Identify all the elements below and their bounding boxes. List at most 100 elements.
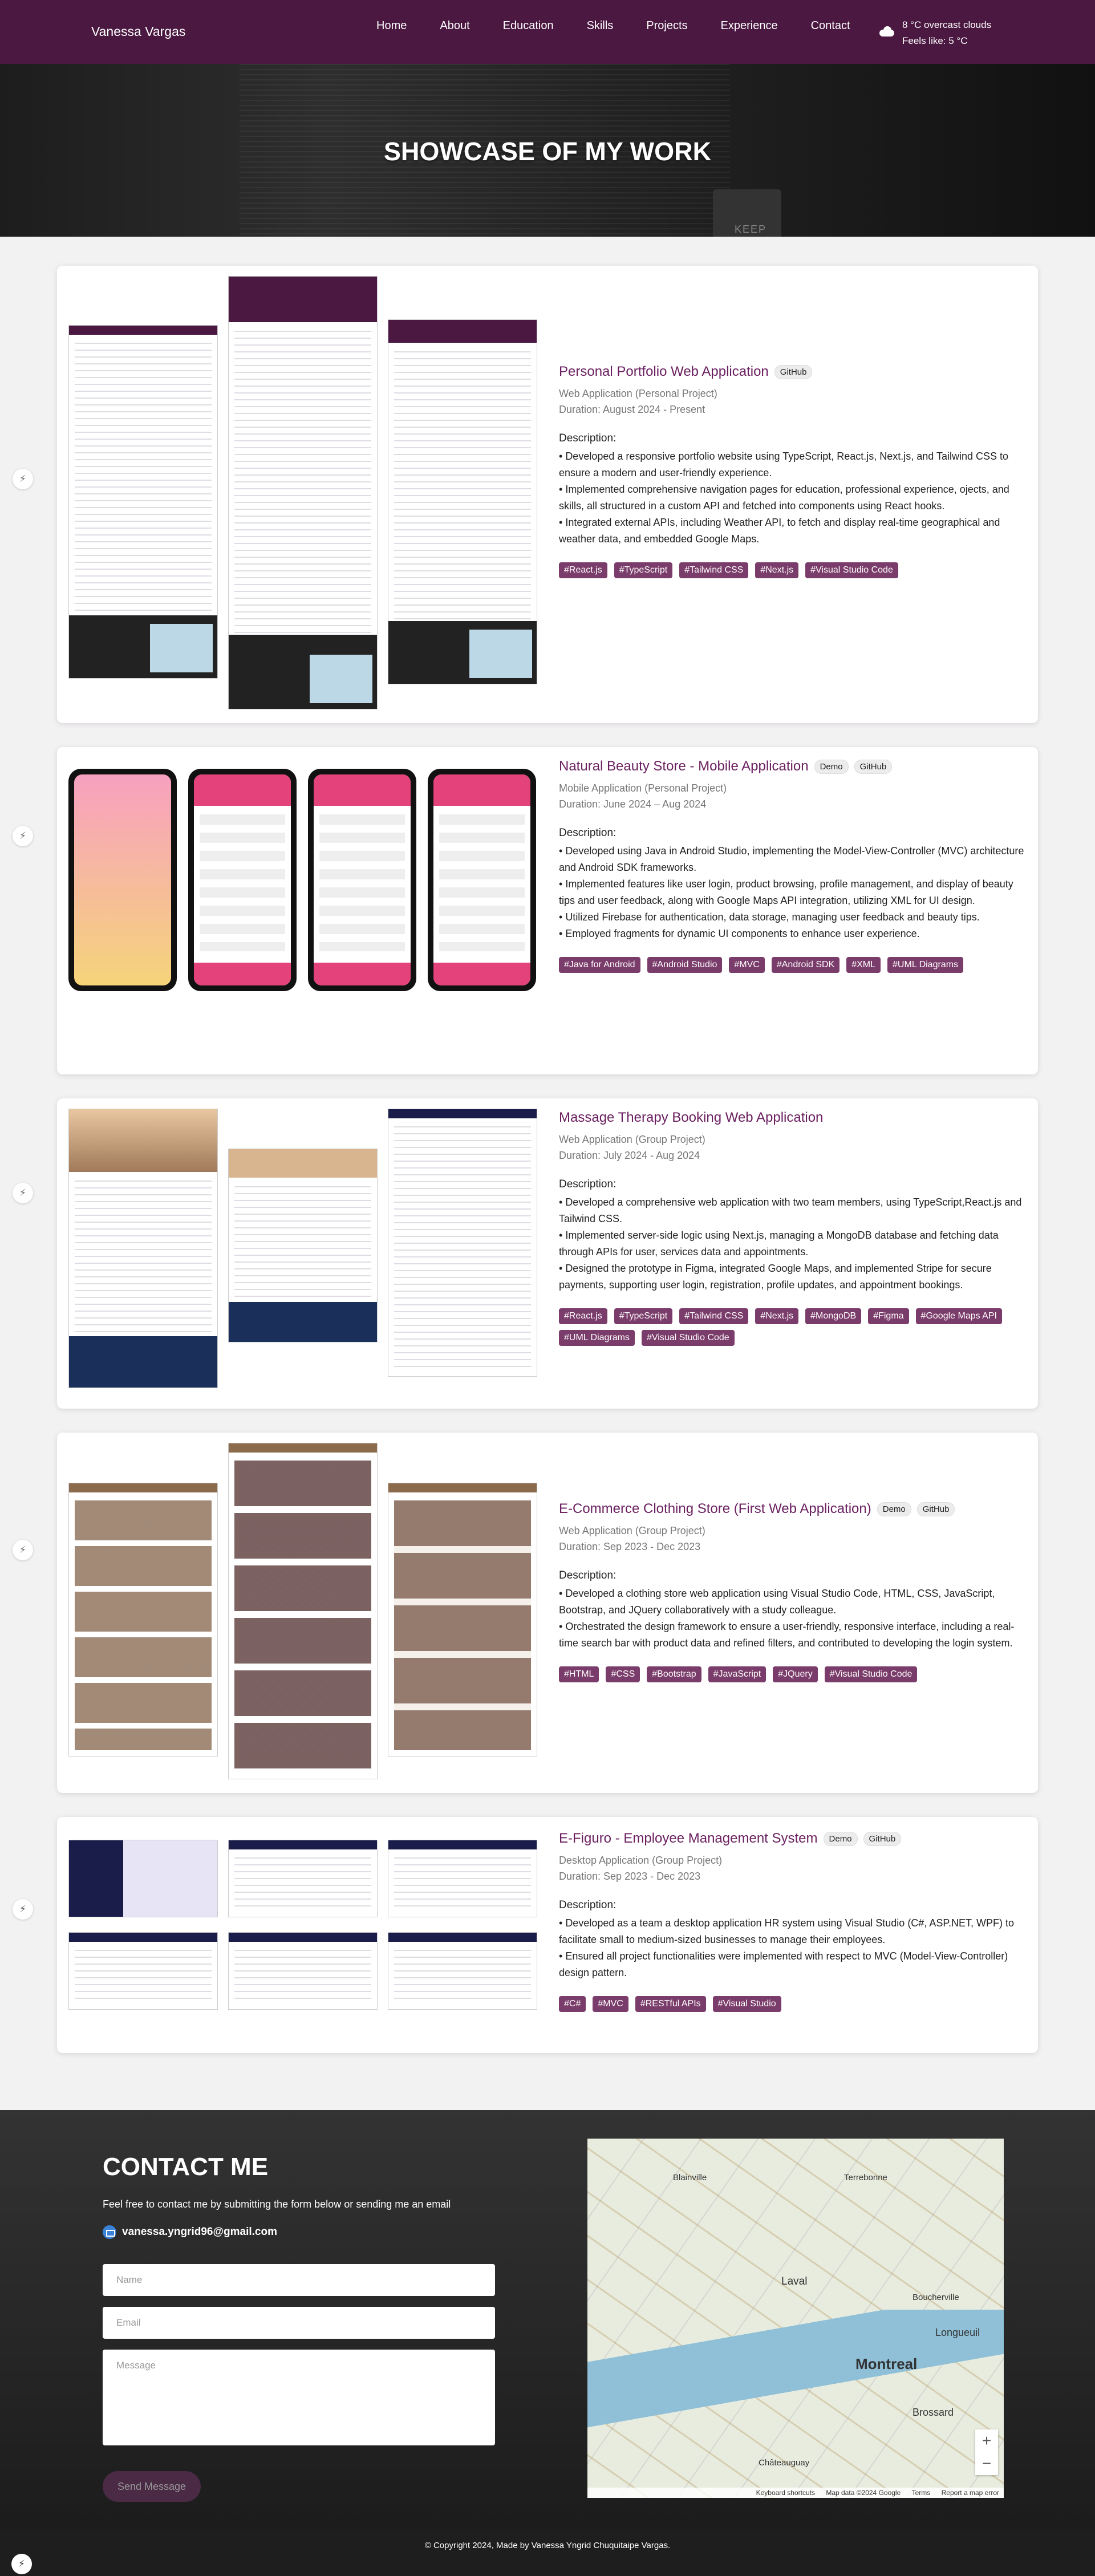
tag-badge: #RESTful APIs [635, 1996, 706, 2012]
github-button[interactable]: GitHub [854, 759, 893, 774]
screenshot-image [388, 1840, 537, 1917]
project-duration: Duration: June 2024 – Aug 2024 [559, 798, 707, 810]
email-field[interactable] [103, 2307, 495, 2339]
screenshot-image [228, 1840, 378, 1917]
project-screenshots [68, 1827, 548, 2063]
project-screenshots [68, 276, 548, 733]
description-item: Integrated external APIs, including Weat… [559, 514, 1027, 547]
map-zoom-controls: + − [975, 2429, 998, 2475]
map-footer: Keyboard shortcuts Map data ©2024 Google… [587, 2488, 1004, 2498]
zoom-in-button[interactable]: + [975, 2429, 998, 2452]
description-item: Implemented features like user login, pr… [559, 876, 1027, 909]
project-screenshots [68, 1443, 548, 1803]
screenshot-image [228, 1932, 378, 2010]
tag-list: #React.js #TypeScript #Tailwind CSS #Nex… [559, 562, 1027, 578]
nav-link-about[interactable]: About [440, 19, 469, 33]
map-label: Châteauguay [759, 2458, 810, 2468]
tag-badge: #UML Diagrams [887, 957, 964, 973]
contact-email: vanessa.yngrid96@gmail.com [103, 2225, 277, 2239]
description-item: Ensured all project functionalities were… [559, 1948, 1027, 1981]
project-title: Massage Therapy Booking Web Application [559, 1110, 824, 1125]
tag-list: #C# #MVC #RESTful APIs #Visual Studio [559, 1996, 1027, 2012]
project-type: Web Application (Personal Project) [559, 388, 717, 399]
nav-link-home[interactable]: Home [376, 19, 407, 33]
tag-badge: #CSS [606, 1666, 640, 1682]
project-title: Natural Beauty Store - Mobile Applicatio… [559, 758, 809, 774]
send-message-button[interactable]: Send Message [103, 2471, 201, 2502]
mug-text: KEEP [735, 224, 767, 235]
project-screenshots [68, 757, 548, 1085]
screenshot-image [68, 325, 218, 679]
tag-badge: #UML Diagrams [559, 1330, 635, 1346]
tag-badge: #Figma [868, 1308, 909, 1324]
tag-badge: #MVC [593, 1996, 628, 2012]
zoom-out-button[interactable]: − [975, 2452, 998, 2475]
description-list: Developed a clothing store web applicati… [559, 1585, 1027, 1652]
github-button[interactable]: GitHub [863, 1831, 902, 1846]
nav-links: Home About Education Skills Projects Exp… [376, 19, 883, 33]
side-lightning-icon[interactable]: ⚡ [13, 1540, 33, 1560]
project-duration: Duration: Sep 2023 - Dec 2023 [559, 1541, 701, 1552]
map-keyboard-shortcuts[interactable]: Keyboard shortcuts [756, 2489, 815, 2497]
project-card: E-Figuro - Employee Management System De… [57, 1817, 1038, 2053]
map-report-link[interactable]: Report a map error [942, 2489, 999, 2497]
contact-title: CONTACT ME [103, 2153, 269, 2181]
description-item: Developed a comprehensive web applicatio… [559, 1194, 1027, 1227]
github-button[interactable]: GitHub [916, 1502, 955, 1516]
description-item: Utilized Firebase for authentication, da… [559, 909, 1027, 926]
side-lightning-icon[interactable]: ⚡ [13, 1899, 33, 1920]
google-map[interactable]: Blainville Terrebonne Laval Boucherville… [587, 2139, 1004, 2498]
screenshot-image [388, 1483, 537, 1756]
project-type: Desktop Application (Group Project) [559, 1855, 723, 1866]
weather-widget: 8 °C overcast clouds Feels like: 5 °C [878, 17, 991, 49]
tag-badge: #MongoDB [805, 1308, 862, 1324]
demo-button[interactable]: Demo [877, 1502, 911, 1516]
project-card: E-Commerce Clothing Store (First Web App… [57, 1433, 1038, 1793]
tag-badge: #Tailwind CSS [679, 1308, 749, 1324]
description-label: Description: [559, 827, 617, 839]
tag-list: #Java for Android #Android Studio #MVC #… [559, 957, 1027, 973]
map-label: Blainville [673, 2173, 707, 2182]
demo-button[interactable]: Demo [814, 759, 849, 774]
side-lightning-icon[interactable]: ⚡ [13, 469, 33, 489]
project-duration: Duration: Sep 2023 - Dec 2023 [559, 1871, 701, 1882]
weather-temp: 8 °C overcast clouds [902, 19, 992, 30]
github-button[interactable]: GitHub [774, 364, 813, 379]
message-field[interactable] [103, 2350, 495, 2445]
screenshot-image [68, 1483, 218, 1756]
tag-badge: #C# [559, 1996, 586, 2012]
nav-link-skills[interactable]: Skills [587, 19, 614, 33]
page-title: SHOWCASE OF MY WORK [383, 137, 712, 166]
project-info: E-Figuro - Employee Management System De… [559, 1831, 1027, 2012]
contact-email-address[interactable]: vanessa.yngrid96@gmail.com [122, 2226, 277, 2238]
side-lightning-icon[interactable]: ⚡ [13, 1183, 33, 1203]
description-list: Developed using Java in Android Studio, … [559, 843, 1027, 942]
nav-link-projects[interactable]: Projects [646, 19, 687, 33]
contact-lead-text: Feel free to contact me by submitting th… [103, 2198, 451, 2210]
name-field[interactable] [103, 2264, 495, 2296]
map-data-credit: Map data ©2024 Google [826, 2489, 901, 2497]
screenshot-image [388, 1932, 537, 2010]
tag-badge: #Java for Android [559, 957, 640, 973]
phone-screenshot [68, 769, 177, 991]
project-title: E-Commerce Clothing Store (First Web App… [559, 1501, 871, 1516]
map-terms-link[interactable]: Terms [912, 2489, 931, 2497]
nav-link-contact[interactable]: Contact [811, 19, 850, 33]
demo-button[interactable]: Demo [823, 1831, 858, 1846]
lightning-icon[interactable]: ⚡ [11, 2554, 32, 2574]
nav-link-education[interactable]: Education [503, 19, 554, 33]
nav-link-experience[interactable]: Experience [721, 19, 778, 33]
project-card: Personal Portfolio Web Application GitHu… [57, 266, 1038, 723]
tag-badge: #TypeScript [614, 1308, 673, 1324]
side-lightning-icon[interactable]: ⚡ [13, 826, 33, 846]
phone-screenshot [428, 769, 536, 991]
phone-screenshot [308, 769, 416, 991]
screenshot-image [68, 1932, 218, 2010]
tag-badge: #JQuery [773, 1666, 818, 1682]
email-icon [103, 2225, 116, 2239]
description-list: Developed as a team a desktop applicatio… [559, 1915, 1027, 1981]
map-label: Boucherville [912, 2293, 959, 2302]
description-item: Developed a clothing store web applicati… [559, 1585, 1027, 1618]
brand-name[interactable]: Vanessa Vargas [91, 24, 185, 39]
screenshot-image [68, 1109, 218, 1388]
